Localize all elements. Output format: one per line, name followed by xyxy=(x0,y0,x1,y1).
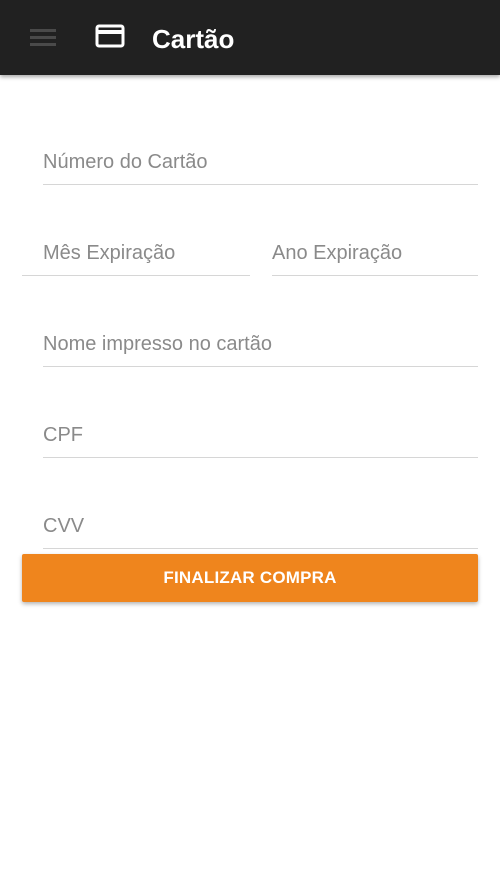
exp-month-field xyxy=(22,229,250,276)
cpf-field xyxy=(43,411,478,458)
exp-month-input[interactable] xyxy=(43,242,250,265)
name-on-card-input[interactable] xyxy=(43,333,478,356)
cpf-input[interactable] xyxy=(43,424,478,447)
finalize-purchase-button[interactable]: FINALIZAR COMPRA xyxy=(22,554,478,602)
card-number-field xyxy=(43,138,478,185)
exp-year-input[interactable] xyxy=(272,242,478,265)
page-title: Cartão xyxy=(152,24,235,54)
card-number-input[interactable] xyxy=(43,151,478,174)
cvv-input[interactable] xyxy=(43,515,478,538)
name-on-card-field xyxy=(43,320,478,367)
hamburger-menu-icon[interactable] xyxy=(30,29,56,47)
cvv-field xyxy=(43,502,478,549)
app-bar: Cartão xyxy=(0,0,500,75)
credit-card-icon xyxy=(95,24,125,48)
exp-year-field xyxy=(272,229,478,276)
